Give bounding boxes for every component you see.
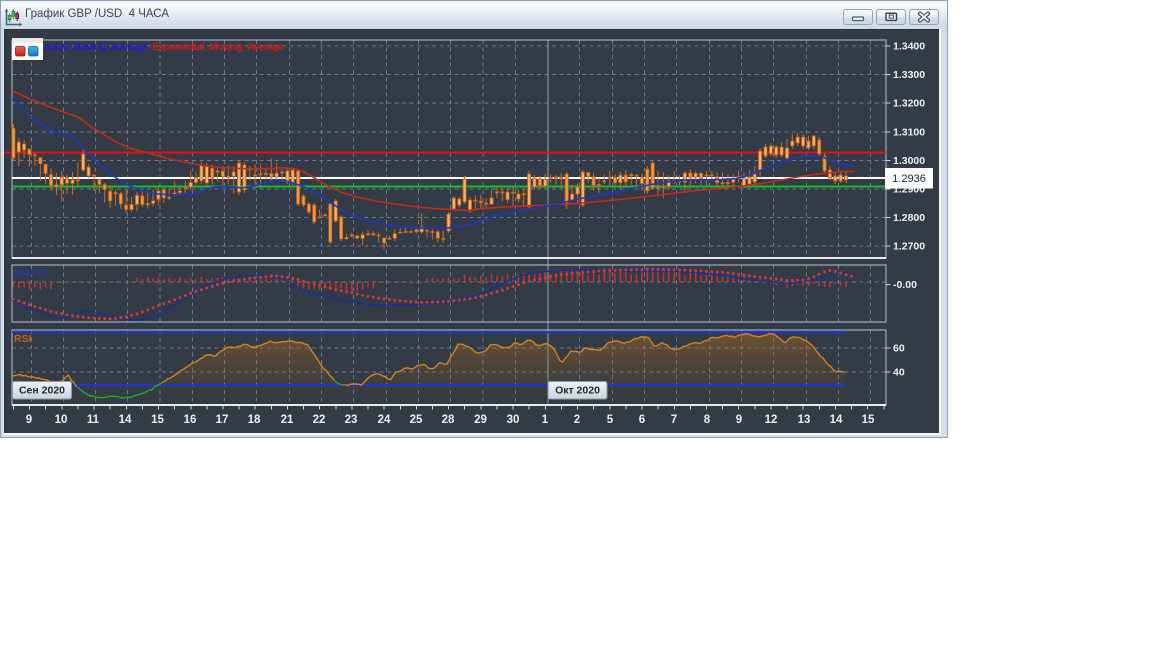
svg-text:7: 7 (671, 414, 677, 426)
svg-text:1.3400: 1.3400 (893, 41, 925, 53)
svg-text:8: 8 (704, 414, 711, 426)
svg-text:16: 16 (184, 414, 197, 426)
svg-text:29: 29 (474, 414, 487, 426)
svg-text:17: 17 (216, 414, 229, 426)
svg-text:1.3200: 1.3200 (893, 98, 925, 110)
svg-text:28: 28 (442, 414, 455, 426)
svg-text:1.3100: 1.3100 (893, 126, 925, 138)
svg-text:1.2700: 1.2700 (893, 241, 925, 253)
svg-text:23: 23 (345, 414, 358, 426)
svg-text:-0.00: -0.00 (893, 279, 917, 291)
svg-text:1.2800: 1.2800 (893, 212, 925, 224)
svg-text:15: 15 (862, 414, 875, 426)
svg-text:21: 21 (281, 414, 294, 426)
svg-text:10: 10 (55, 414, 68, 426)
svg-text:11: 11 (87, 414, 100, 426)
svg-text:13: 13 (798, 414, 811, 426)
svg-text:1.3300: 1.3300 (893, 69, 925, 81)
svg-text:Exponential_Moving_Average: Exponential_Moving_Average (152, 42, 284, 53)
svg-text:1: 1 (542, 414, 549, 426)
svg-text:14: 14 (119, 414, 132, 426)
svg-text:14: 14 (830, 414, 843, 426)
svg-text:12: 12 (765, 414, 778, 426)
svg-text:40: 40 (893, 367, 905, 379)
svg-text:RSI: RSI (14, 333, 32, 345)
svg-text:5: 5 (607, 414, 614, 426)
svg-text:9: 9 (736, 414, 742, 426)
svg-text:6: 6 (639, 414, 645, 426)
svg-text:2: 2 (574, 414, 580, 426)
svg-text:25: 25 (410, 414, 423, 426)
svg-text:Окт 2020: Окт 2020 (555, 385, 600, 397)
svg-text:Сен 2020: Сен 2020 (19, 385, 65, 397)
svg-text:18: 18 (248, 414, 261, 426)
svg-text:15: 15 (151, 414, 164, 426)
svg-text:30: 30 (507, 414, 520, 426)
svg-text:24: 24 (378, 414, 391, 426)
svg-text:MACD: MACD (14, 267, 46, 279)
svg-text:ential_Moving_Average: ential_Moving_Average (44, 42, 148, 53)
svg-text:1.3000: 1.3000 (893, 155, 925, 167)
svg-text:22: 22 (313, 414, 326, 426)
svg-text:9: 9 (26, 414, 32, 426)
svg-text:60: 60 (893, 343, 905, 355)
svg-text:1.2936: 1.2936 (892, 173, 926, 185)
